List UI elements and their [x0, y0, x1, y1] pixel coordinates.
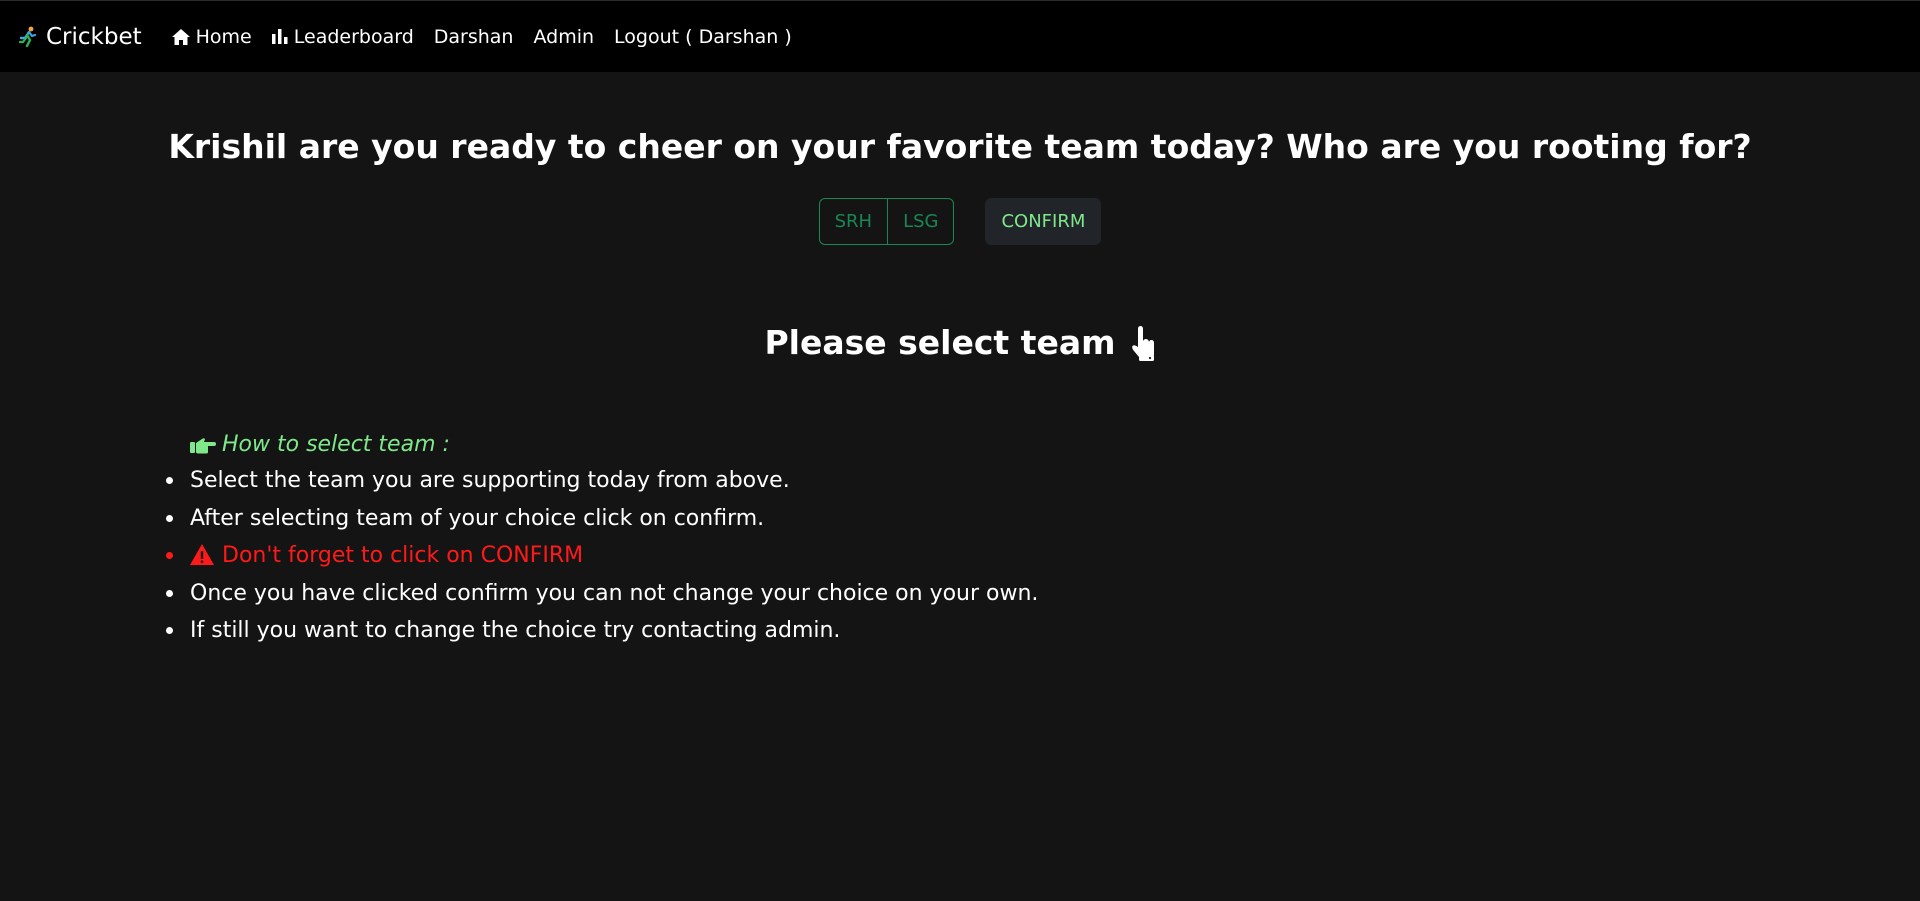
instruction-item: After selecting team of your choice clic…: [162, 500, 1038, 538]
instruction-item-warning: Don't forget to click on CONFIRM: [162, 537, 1038, 575]
nav-admin-label: Admin: [533, 25, 595, 48]
brand-label: Crickbet: [46, 23, 142, 50]
hand-pointer-icon: [1130, 325, 1156, 361]
select-team-heading: Please select team: [0, 323, 1920, 362]
team-button-srh[interactable]: SRH: [820, 199, 887, 244]
team-button-lsg[interactable]: LSG: [887, 199, 953, 244]
instruction-item: Once you have clicked confirm you can no…: [162, 575, 1038, 613]
instruction-item: If still you want to change the choice t…: [162, 612, 1038, 650]
navbar: Crickbet Home Leaderboard Darshan Admin …: [0, 0, 1920, 72]
team-button-group: SRH LSG: [818, 198, 955, 245]
bar-chart-icon: [271, 29, 288, 44]
main-content: Krishil are you ready to cheer on your f…: [0, 72, 1920, 901]
nav-leaderboard[interactable]: Leaderboard: [271, 25, 414, 48]
nav-leaderboard-label: Leaderboard: [293, 25, 414, 48]
home-icon: [171, 28, 190, 45]
page-headline: Krishil are you ready to cheer on your f…: [168, 127, 1752, 166]
team-controls: SRH LSG CONFIRM: [0, 198, 1920, 245]
warning-text: Don't forget to click on CONFIRM: [222, 543, 584, 568]
warning-icon: [190, 540, 214, 578]
instruction-item: Select the team you are supporting today…: [162, 462, 1038, 500]
runner-icon: [18, 26, 38, 48]
select-team-label: Please select team: [764, 323, 1116, 362]
confirm-button[interactable]: CONFIRM: [985, 198, 1102, 245]
nav-logout-label: Logout ( Darshan ): [614, 25, 792, 48]
nav-darshan[interactable]: Darshan: [434, 26, 514, 48]
howto-label: How to select team :: [222, 432, 450, 457]
nav-admin[interactable]: Admin: [533, 26, 594, 48]
brand-link[interactable]: Crickbet: [18, 24, 142, 50]
howto-heading: How to select team :: [190, 432, 450, 457]
nav-logout[interactable]: Logout ( Darshan ): [614, 26, 792, 48]
pointing-right-icon: [190, 436, 216, 454]
nav-home[interactable]: Home: [171, 25, 252, 48]
instructions-list: Select the team you are supporting today…: [162, 462, 1038, 650]
nav-home-label: Home: [195, 25, 252, 48]
nav-darshan-label: Darshan: [433, 25, 514, 48]
